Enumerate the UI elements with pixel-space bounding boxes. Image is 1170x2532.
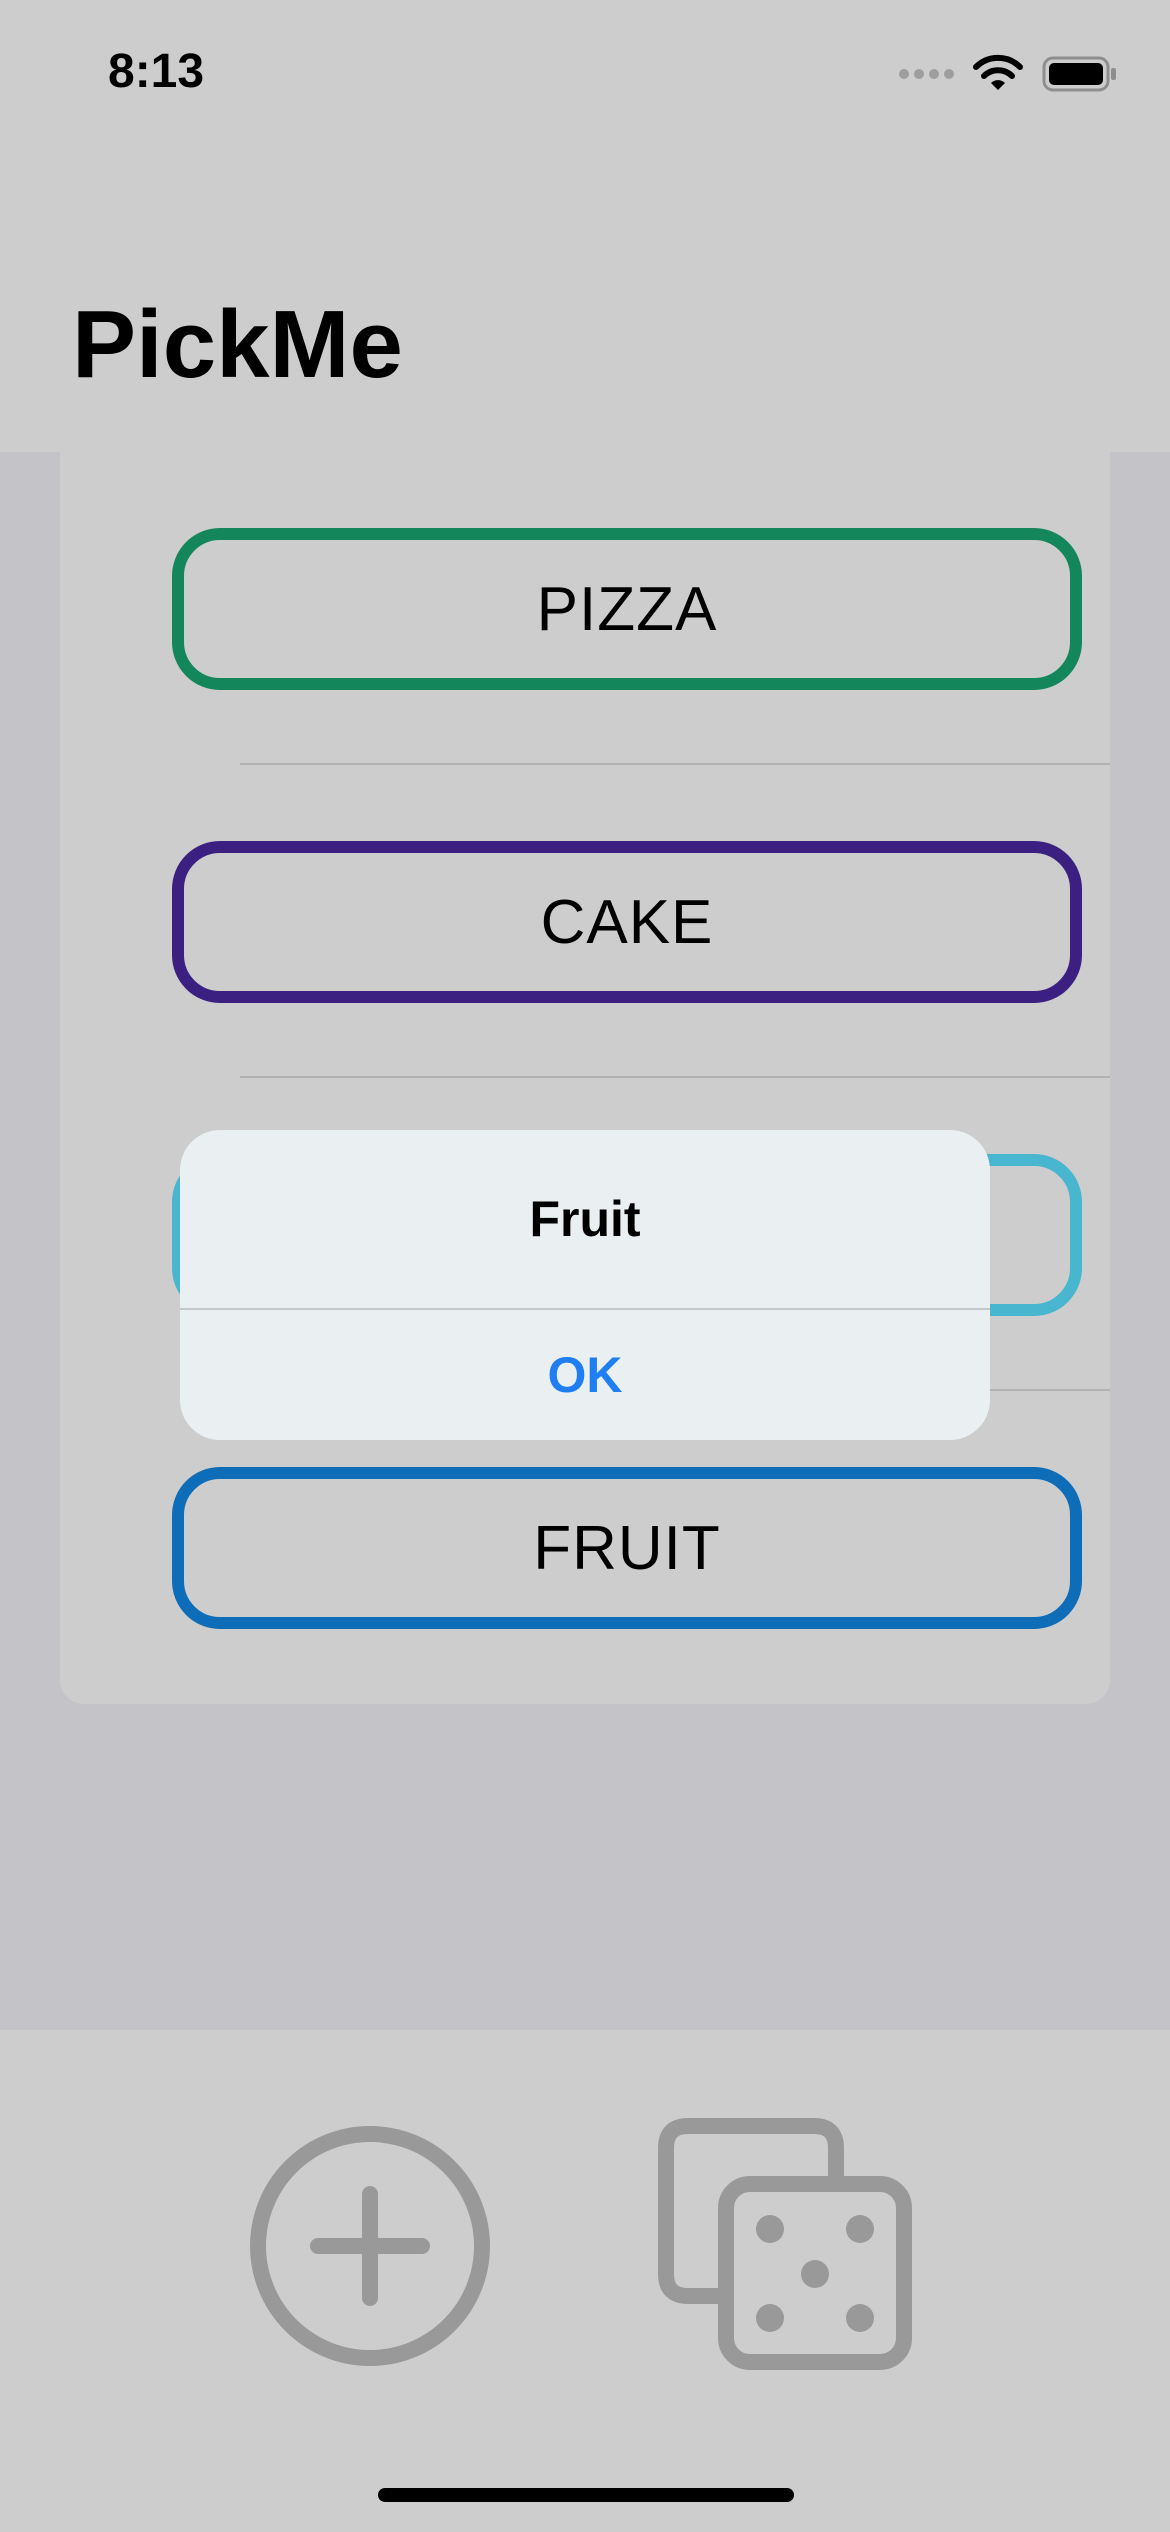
divider [240, 763, 1110, 765]
battery-icon [1042, 56, 1116, 92]
add-option-button[interactable] [248, 2124, 492, 2368]
alert-dialog: Fruit OK [180, 1130, 990, 1440]
option-pizza-button[interactable]: PIZZA [172, 528, 1082, 690]
plus-circle-icon [250, 2126, 490, 2366]
bottom-toolbar [0, 2030, 1170, 2532]
signal-icon [899, 69, 954, 79]
status-time: 8:13 [108, 45, 205, 98]
home-indicator [378, 2488, 794, 2502]
dice-icon [658, 2118, 912, 2370]
roll-dice-button[interactable] [658, 2118, 912, 2372]
option-fruit-button[interactable]: FRUIT [172, 1467, 1082, 1629]
status-icons [899, 52, 1118, 96]
page-title: PickMe [72, 291, 403, 398]
divider [240, 1076, 1110, 1078]
option-cake-button[interactable]: CAKE [172, 841, 1082, 1003]
navigation-header: 8:13 PickMe [0, 0, 1170, 452]
wifi-icon [973, 54, 1023, 90]
alert-title: Fruit [529, 1191, 641, 1247]
alert-ok-button[interactable]: OK [180, 1310, 990, 1440]
